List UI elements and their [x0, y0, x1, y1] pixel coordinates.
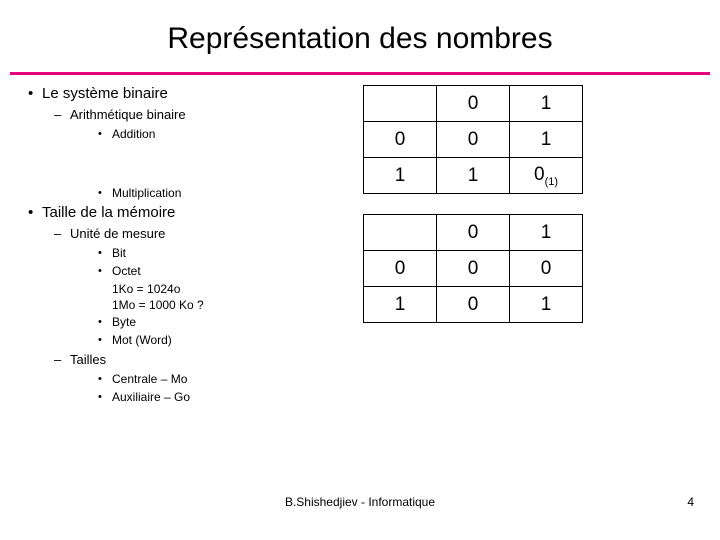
- table-cell: 1: [509, 286, 583, 323]
- bullet-item: Auxiliaire – Go: [28, 389, 358, 406]
- bullet-item: Arithmétique binaire: [28, 106, 358, 124]
- table-cell: 1: [363, 157, 437, 194]
- table-row: 0 0 0: [363, 250, 583, 287]
- table-cell: 1: [509, 85, 583, 122]
- table-cell: 0: [509, 250, 583, 287]
- table-row: 1 1 0(1): [363, 157, 583, 194]
- table-cell-empty: [363, 85, 437, 122]
- addition-table: 0 1 0 0 1 1 1 0(1): [363, 85, 583, 194]
- footer-text: B.Shishedjiev - Informatique: [284, 495, 436, 509]
- table-cell: 1: [509, 214, 583, 251]
- bullet-item: Mot (Word): [28, 332, 358, 349]
- table-cell: 1: [509, 121, 583, 158]
- table-cell: 0: [436, 250, 510, 287]
- table-cell: 0: [436, 121, 510, 158]
- table-cell: 0: [363, 121, 437, 158]
- slide: Représentation des nombres Le système bi…: [0, 0, 720, 540]
- page-title: Représentation des nombres: [167, 22, 553, 55]
- table-cell: 0: [436, 85, 510, 122]
- page-number: 4: [687, 495, 694, 509]
- table-cell: 1: [436, 157, 510, 194]
- bullet-note: 1Mo = 1000 Ko ?: [112, 298, 204, 312]
- bullet-item: Unité de mesure: [28, 225, 358, 243]
- bullet-item: Taille de la mémoire: [28, 203, 358, 223]
- bullet-item: Le système binaire: [28, 84, 358, 104]
- table-row: 1 0 1: [363, 286, 583, 323]
- carry-value: 0: [533, 163, 545, 185]
- bullet-item: Multiplication: [28, 185, 358, 202]
- table-cell-empty: [363, 214, 437, 251]
- bullet-item: Centrale – Mo: [28, 371, 358, 388]
- bullet-item: Octet: [28, 263, 358, 280]
- table-cell: 0: [436, 286, 510, 323]
- bullet-item: Tailles: [28, 351, 358, 369]
- table-cell: 1: [363, 286, 437, 323]
- bullet-item: Bit: [28, 245, 358, 262]
- table-cell: 0: [436, 214, 510, 251]
- bullet-note: 1Ko = 1024o: [112, 282, 181, 296]
- table-row: 0 0 1: [363, 121, 583, 158]
- table-row: 0 1: [363, 85, 583, 122]
- table-row: 0 1: [363, 214, 583, 251]
- table-cell: 0: [363, 250, 437, 287]
- multiplication-table: 0 1 0 0 0 1 0 1: [363, 214, 583, 323]
- bullet-list: Le système binaire Arithmétique binaire …: [28, 84, 358, 407]
- carry-note: (1): [544, 175, 559, 188]
- bullet-item: Addition: [28, 126, 358, 143]
- title-divider: [10, 72, 710, 75]
- table-cell-carry: 0(1): [509, 157, 583, 194]
- bullet-item: Byte: [28, 314, 358, 331]
